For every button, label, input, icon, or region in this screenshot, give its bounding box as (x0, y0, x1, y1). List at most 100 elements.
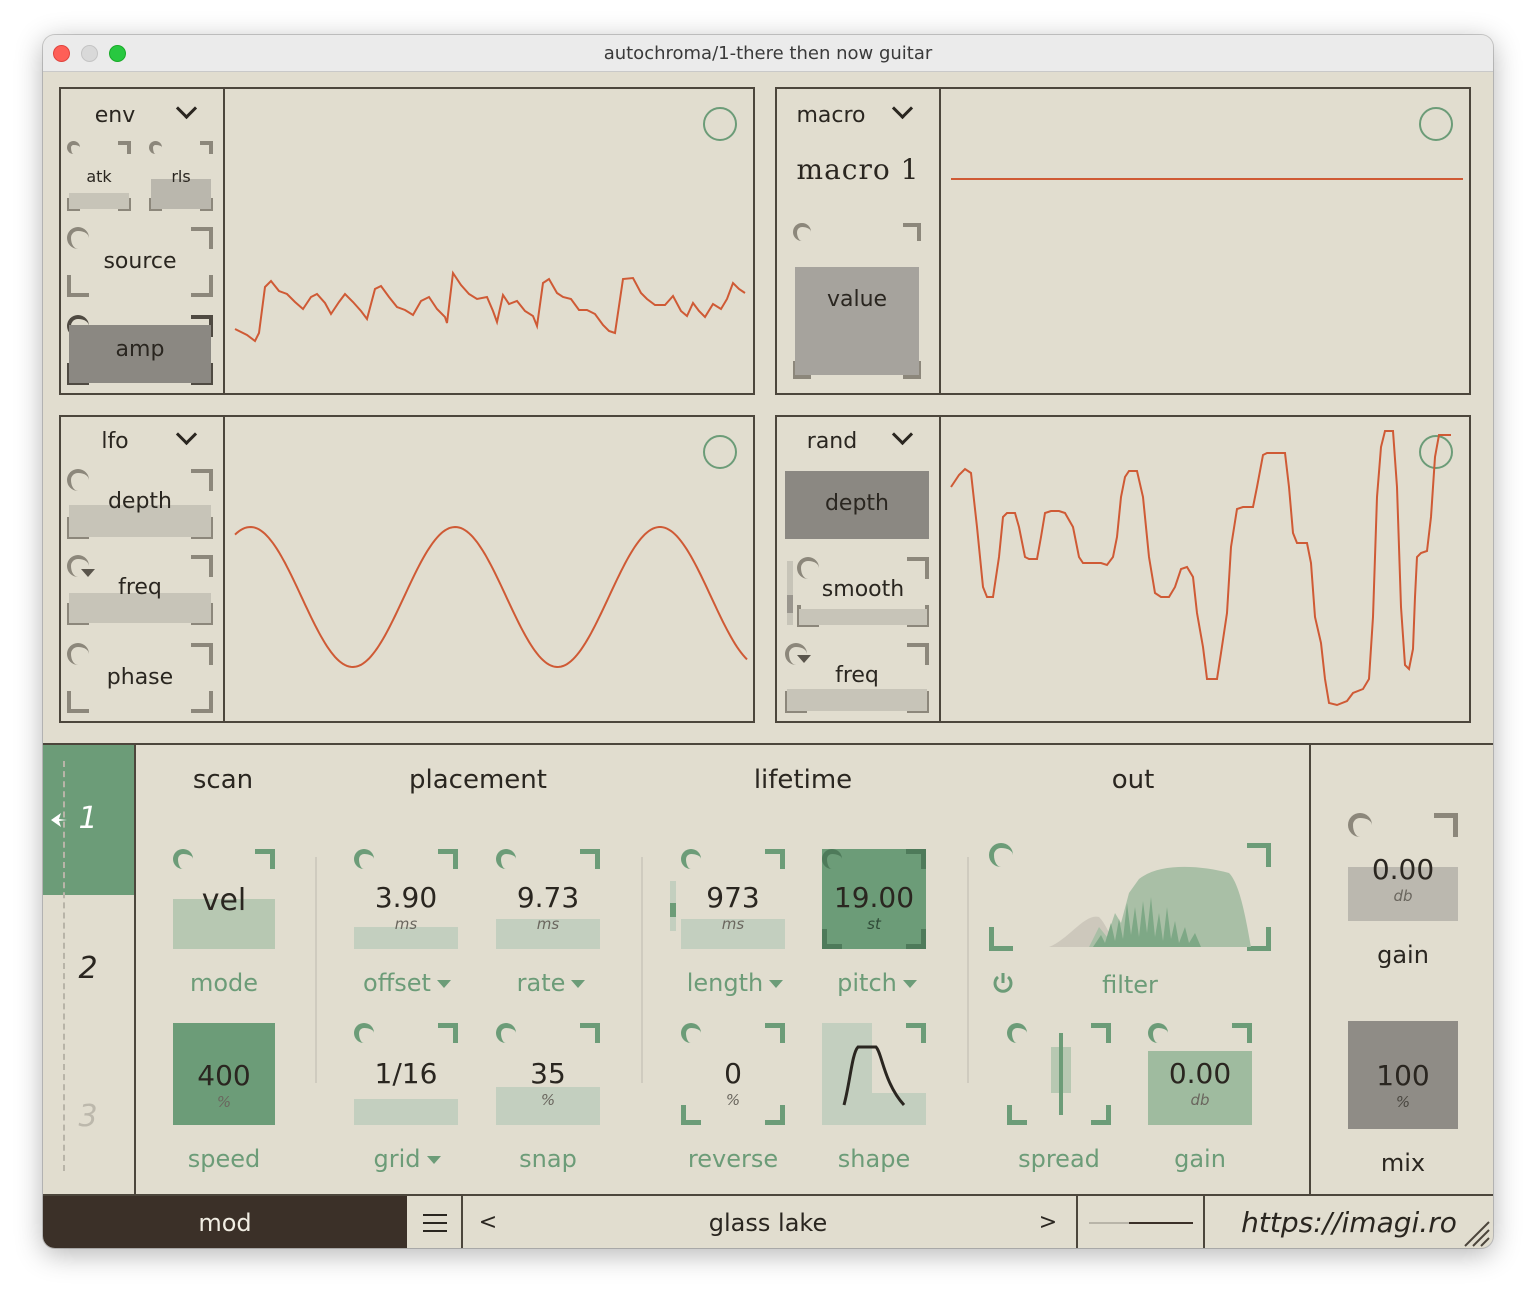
out-gain-value: 0.00 (1168, 1057, 1232, 1090)
dropdown-arrow-icon[interactable] (426, 1156, 441, 1164)
layer-tabs: 1 2 3 (43, 745, 135, 1195)
depth-label: depth (107, 489, 173, 514)
pointer-icon (51, 813, 67, 827)
env-rls-knob[interactable]: rls (149, 141, 213, 211)
shape-label: shape (837, 1145, 911, 1173)
scan-speed-control[interactable]: 400 % (173, 1023, 275, 1125)
chevron-down-icon[interactable] (175, 423, 198, 446)
freq-label: freq (118, 575, 162, 600)
rand-smooth-knob[interactable]: smooth (797, 557, 929, 627)
rate-unit: ms (536, 915, 560, 933)
env-source-button[interactable]: source (67, 227, 213, 297)
hamburger-icon[interactable] (409, 1196, 463, 1248)
macro-panel: macro macro 1 value (775, 87, 1471, 395)
pitch-label[interactable]: pitch (813, 969, 941, 997)
plugin-window: autochroma/1-there then now guitar env a… (43, 35, 1493, 1248)
envelope-shape-icon (842, 1045, 906, 1107)
chevron-down-icon[interactable] (891, 97, 914, 120)
footer-bar: mod < glass lake > https://imagi.ro (43, 1194, 1493, 1248)
layer-tab-1[interactable]: 1 (43, 745, 135, 895)
resize-grip-icon[interactable] (1461, 1218, 1491, 1248)
lifetime-pitch-control[interactable]: 19.00 st (822, 849, 926, 949)
rand-depth-knob[interactable]: depth (785, 471, 929, 539)
scan-speed-unit: % (216, 1093, 232, 1111)
offset-label[interactable]: offset (343, 969, 471, 997)
layer-tab-1-label: 1 (78, 801, 98, 836)
mod-button[interactable]: mod (43, 1196, 407, 1248)
grid-value: 1/16 (374, 1057, 438, 1090)
chevron-down-icon[interactable] (891, 423, 914, 446)
scan-section-title: scan (192, 765, 254, 795)
chevron-down-icon[interactable] (175, 97, 198, 120)
lfo-freq-knob[interactable]: freq (67, 555, 213, 625)
placement-grid-control[interactable]: 1/16 (354, 1023, 458, 1125)
length-unit: ms (721, 915, 745, 933)
amp-label: amp (115, 337, 165, 362)
lifetime-reverse-control[interactable]: 0 % (681, 1023, 785, 1125)
website-link[interactable]: https://imagi.ro (1209, 1196, 1489, 1248)
lfo-title: lfo (101, 429, 129, 454)
length-label[interactable]: length (663, 969, 807, 997)
lifetime-length-control[interactable]: 973 ms (681, 849, 785, 949)
atk-label: atk (86, 167, 112, 186)
placement-rate-control[interactable]: 9.73 ms (496, 849, 600, 949)
rate-value: 9.73 (516, 881, 580, 914)
placement-offset-control[interactable]: 3.90 ms (354, 849, 458, 949)
out-gain-label: gain (1174, 1145, 1226, 1173)
dropdown-arrow-icon[interactable] (769, 980, 784, 988)
master-mix-label: mix (1380, 1149, 1426, 1177)
filter-label: filter (1102, 971, 1158, 999)
env-panel: env atk rls source amp (59, 87, 755, 395)
filter-spectrum (1049, 866, 1251, 947)
dropdown-arrow-icon[interactable] (797, 655, 811, 663)
master-mix-unit: % (1395, 1093, 1411, 1111)
rand-freq-knob[interactable]: freq (785, 643, 929, 713)
macro-value-knob[interactable]: value (793, 223, 921, 379)
layer-tab-2[interactable]: 2 (73, 951, 103, 986)
power-icon[interactable] (991, 971, 1015, 995)
spread-label: spread (1018, 1145, 1100, 1173)
value-label: value (826, 287, 888, 312)
env-atk-knob[interactable]: atk (67, 141, 131, 211)
lfo-depth-knob[interactable]: depth (67, 469, 213, 539)
lfo-curve (234, 525, 748, 669)
pitch-unit: st (867, 915, 881, 933)
preset-name[interactable]: glass lake (563, 1196, 973, 1248)
reverse-unit: % (725, 1091, 741, 1109)
lifetime-shape-control[interactable] (822, 1023, 926, 1125)
master-gain-unit: db (1393, 887, 1413, 905)
out-spread-control[interactable] (1007, 1023, 1111, 1125)
env-amp-button[interactable]: amp (67, 315, 213, 385)
out-filter-control[interactable] (989, 843, 1271, 951)
macro-name[interactable]: macro 1 (783, 153, 933, 186)
dropdown-arrow-icon[interactable] (436, 980, 451, 988)
rate-label[interactable]: rate (487, 969, 615, 997)
env-title: env (94, 103, 136, 128)
master-gain-label: gain (1377, 941, 1429, 969)
grid-label[interactable]: grid (343, 1145, 471, 1173)
offset-value: 3.90 (374, 881, 438, 914)
reverse-value: 0 (724, 1057, 742, 1090)
rand-curve (950, 430, 1451, 707)
scan-speed-value: 400 (197, 1059, 251, 1092)
placement-snap-control[interactable]: 35 % (496, 1023, 600, 1125)
freq-label: freq (835, 663, 879, 688)
preset-next-button[interactable]: > (1033, 1196, 1063, 1248)
length-value: 973 (706, 881, 760, 914)
out-gain-control[interactable]: 0.00 db (1148, 1023, 1252, 1125)
dropdown-arrow-icon[interactable] (902, 980, 917, 988)
out-gain-unit: db (1190, 1091, 1210, 1109)
dropdown-arrow-icon[interactable] (571, 980, 586, 988)
layer-tab-3[interactable]: 3 (73, 1099, 103, 1134)
phase-label: phase (106, 665, 174, 690)
lifetime-section-title: lifetime (753, 765, 853, 795)
master-gain-control[interactable]: 0.00 db (1348, 813, 1458, 921)
depth-label: depth (824, 491, 890, 516)
master-mix-control[interactable]: 100 % (1348, 1021, 1458, 1129)
placement-section-title: placement (409, 765, 547, 795)
rand-panel: rand depth smooth freq (775, 415, 1471, 723)
lfo-phase-knob[interactable]: phase (67, 643, 213, 713)
scan-mode-control[interactable]: vel (173, 849, 275, 949)
offset-unit: ms (394, 915, 418, 933)
preset-prev-button[interactable]: < (473, 1196, 503, 1248)
